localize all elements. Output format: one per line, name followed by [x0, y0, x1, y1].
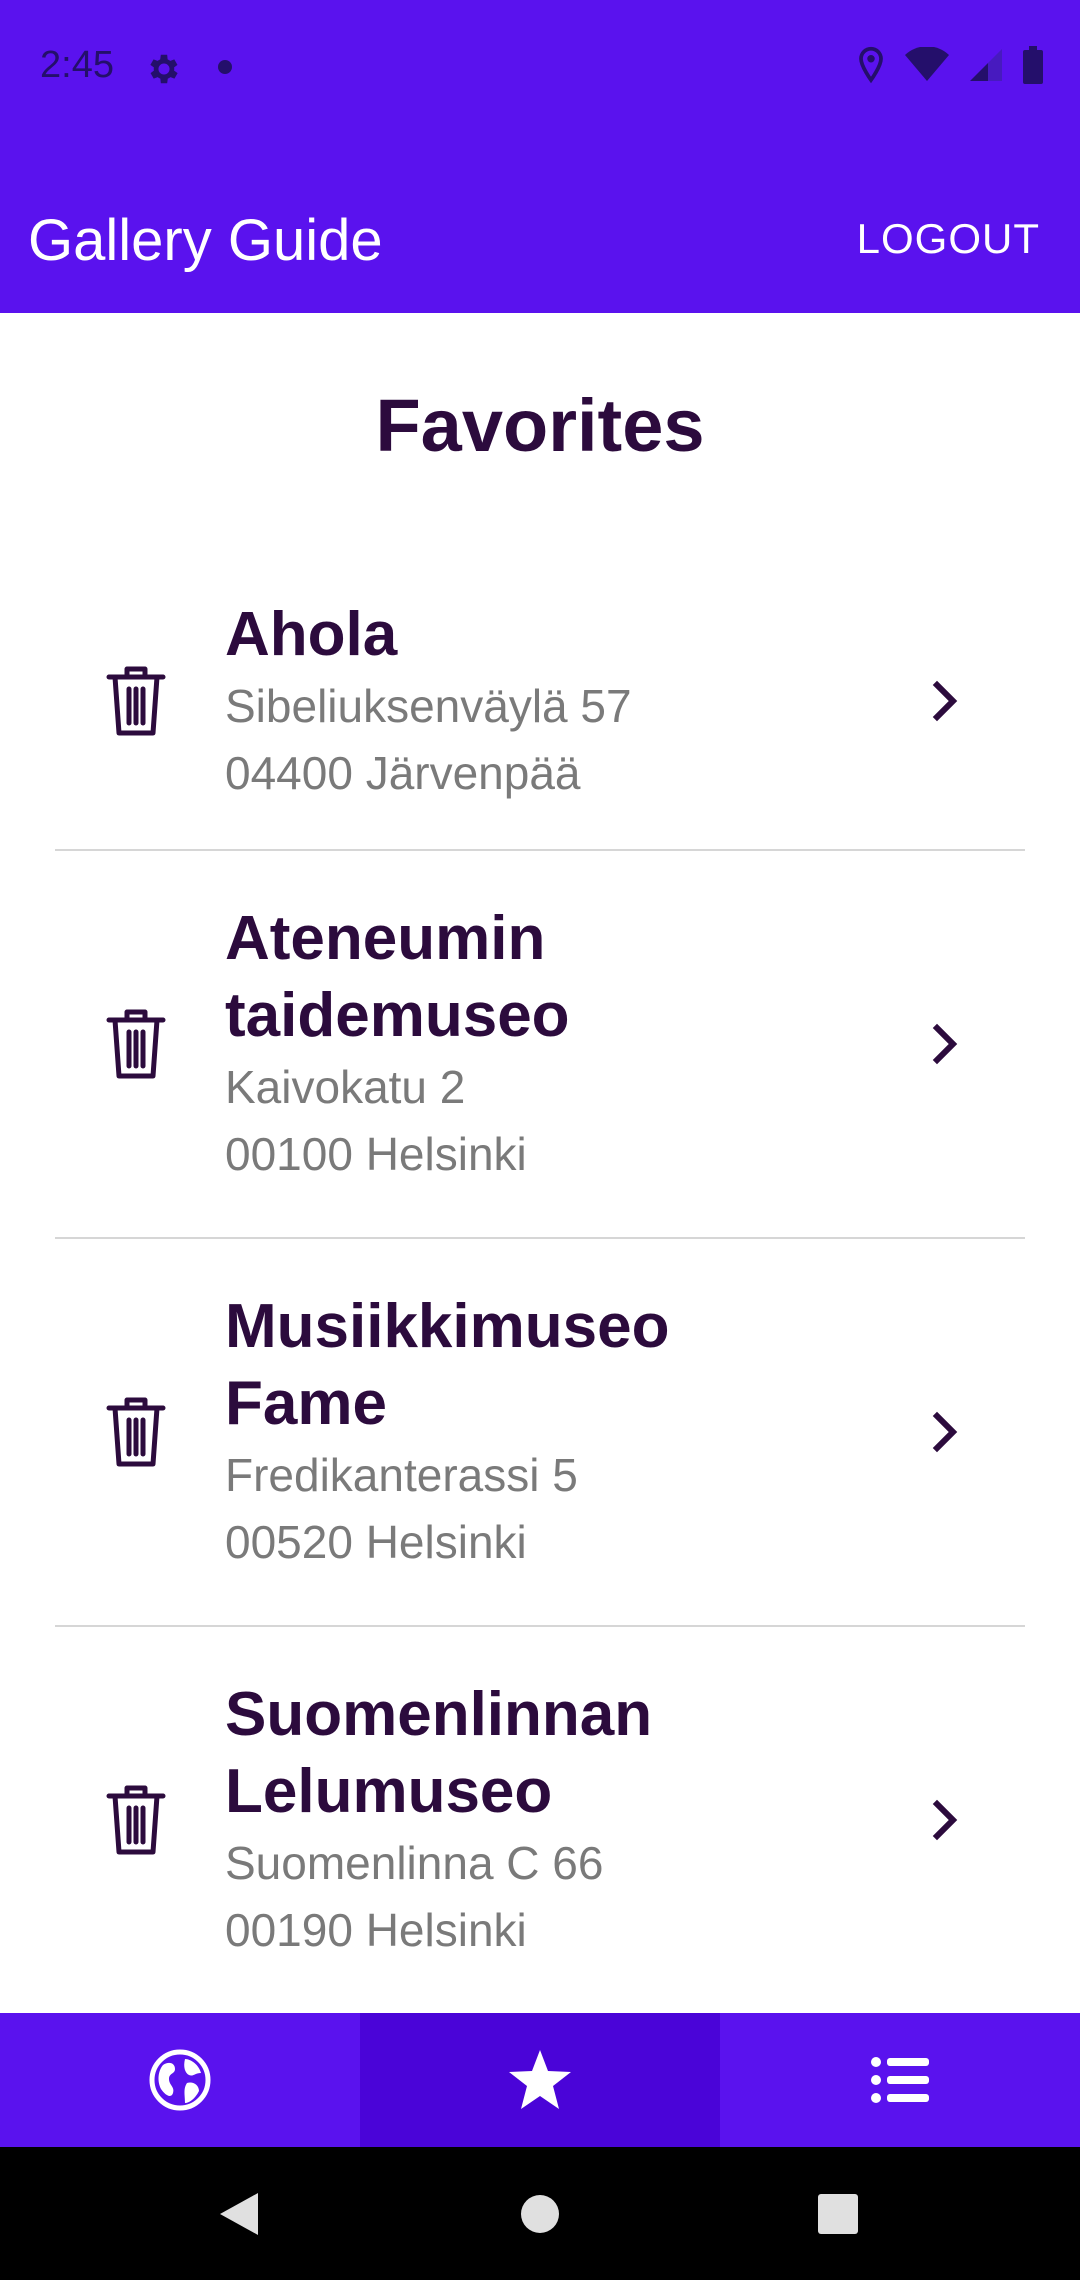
- favorite-name-line-1: Ateneumin: [225, 904, 546, 973]
- favorite-name-line-1: Musiikkimuseo: [225, 1292, 670, 1361]
- favorite-name: Ahola: [225, 599, 398, 669]
- list-icon: [871, 2057, 929, 2103]
- favorite-text: Suomenlinnan Lelumuseo Suomenlinna C 66 …: [225, 1676, 805, 1964]
- favorite-item[interactable]: Ateneumin taidemuseo Kaivokatu 2 00100 H…: [55, 851, 1025, 1239]
- chevron-right-icon[interactable]: [925, 677, 965, 725]
- nav-item-favorites[interactable]: [360, 2013, 720, 2147]
- chevron-right-icon[interactable]: [925, 1020, 965, 1068]
- favorite-name-line-2: Lelumuseo: [225, 1757, 553, 1826]
- home-icon[interactable]: [520, 2194, 560, 2234]
- nav-item-list[interactable]: [720, 2013, 1080, 2147]
- recents-icon[interactable]: [818, 2194, 858, 2234]
- favorite-street: Sibeliuksenväylä 57: [225, 679, 632, 732]
- star-icon: [509, 2050, 571, 2109]
- favorite-city: 00520 Helsinki: [225, 1516, 527, 1568]
- system-navigation-bar: [0, 2147, 1080, 2280]
- trash-icon[interactable]: [105, 1006, 167, 1082]
- globe-icon: [149, 2049, 211, 2111]
- settings-gear-icon: [150, 54, 178, 84]
- favorite-street: Kaivokatu 2: [225, 1061, 466, 1113]
- location-icon: [859, 46, 883, 84]
- page-title: Favorites: [375, 384, 705, 467]
- favorite-city: 04400 Järvenpää: [225, 746, 581, 799]
- favorite-name-line-1: Suomenlinnan: [225, 1680, 653, 1749]
- nav-item-map[interactable]: [0, 2013, 360, 2147]
- status-icons: [856, 46, 1044, 84]
- chevron-right-icon[interactable]: [925, 1408, 965, 1456]
- status-bar: 2:45: [0, 0, 1080, 135]
- app-root: 2:45 Gallery Guide LOGOUT Favorites Ahol…: [0, 0, 1080, 2280]
- app-bar: Gallery Guide LOGOUT: [0, 135, 1080, 313]
- cell-signal-icon: [970, 49, 1002, 81]
- logout-button[interactable]: LOGOUT: [857, 215, 1040, 263]
- status-time: 2:45: [40, 44, 114, 86]
- favorite-item[interactable]: Suomenlinnan Lelumuseo Suomenlinna C 66 …: [55, 1627, 1025, 2013]
- favorite-name-line-2: Fame: [225, 1369, 387, 1438]
- app-title: Gallery Guide: [28, 208, 383, 273]
- favorite-name-line-2: taidemuseo: [225, 981, 570, 1050]
- favorite-item[interactable]: Ahola Sibeliuksenväylä 57 04400 Järvenpä…: [55, 553, 1025, 851]
- notification-dot: [218, 60, 232, 74]
- favorite-street: Suomenlinna C 66: [225, 1837, 604, 1889]
- favorites-list: Ahola Sibeliuksenväylä 57 04400 Järvenpä…: [55, 553, 1025, 2013]
- favorite-street: Fredikanterassi 5: [225, 1449, 578, 1501]
- wifi-icon: [905, 47, 949, 81]
- favorite-text: Ahola Sibeliuksenväylä 57 04400 Järvenpä…: [225, 596, 805, 807]
- favorite-text: Ateneumin taidemuseo Kaivokatu 2 00100 H…: [225, 900, 805, 1188]
- back-icon[interactable]: [218, 2191, 260, 2237]
- favorites-screen: Favorites Ahola Sibeliuksenväylä 57 0440…: [0, 313, 1080, 2013]
- trash-icon[interactable]: [105, 1394, 167, 1470]
- trash-icon[interactable]: [105, 1782, 167, 1858]
- favorite-text: Musiikkimuseo Fame Fredikanterassi 5 005…: [225, 1288, 805, 1576]
- favorite-city: 00100 Helsinki: [225, 1128, 527, 1180]
- chevron-right-icon[interactable]: [925, 1796, 965, 1844]
- bottom-navigation: [0, 2013, 1080, 2147]
- favorite-city: 00190 Helsinki: [225, 1904, 527, 1956]
- favorite-item[interactable]: Musiikkimuseo Fame Fredikanterassi 5 005…: [55, 1239, 1025, 1627]
- battery-icon: [1023, 46, 1043, 84]
- trash-icon[interactable]: [105, 663, 167, 739]
